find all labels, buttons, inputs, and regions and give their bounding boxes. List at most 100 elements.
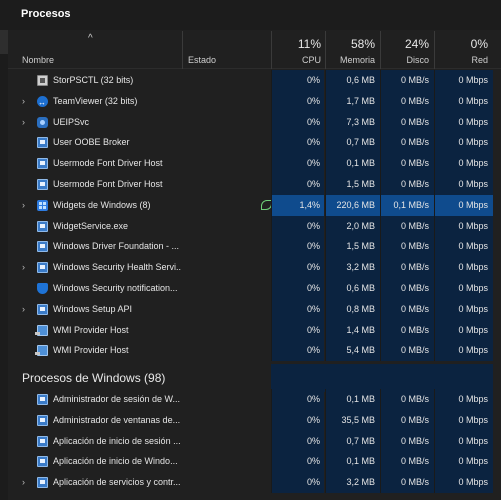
- process-row[interactable]: Administrador de ventanas de... 0% 35,5 MB…: [8, 409, 501, 431]
- process-row[interactable]: WidgetService.exe 0% 2,0 MB 0 MB/s 0 Mbps: [8, 215, 501, 237]
- network-value: 0 Mbps: [434, 70, 493, 91]
- chevron-right-icon[interactable]: ›: [22, 299, 25, 320]
- network-value: 0 Mbps: [434, 257, 493, 278]
- network-value: 0 Mbps: [434, 319, 493, 341]
- memory-value: 0,8 MB: [325, 298, 380, 320]
- process-row[interactable]: WMI Provider Host 0% 5,4 MB 0 MB/s 0 Mbps: [8, 340, 501, 362]
- process-row[interactable]: Windows Security notification... 0% 0,6 MB…: [8, 278, 501, 299]
- process-state-cell: [182, 132, 271, 153]
- network-value: 0 Mbps: [434, 472, 493, 493]
- network-percent[interactable]: 0%: [434, 37, 488, 51]
- process-row[interactable]: › Aplicación de servicios y contr... 0% 3,2…: [8, 472, 501, 493]
- process-name-cell: › UEIPSvc: [8, 112, 182, 133]
- disk-value: 0 MB/s: [380, 174, 434, 195]
- cpu-percent[interactable]: 11%: [271, 37, 321, 51]
- process-row[interactable]: Aplicación de inicio de sesión ... 0% 0,7 …: [8, 430, 501, 452]
- group-header-windows-processes[interactable]: Procesos de Windows (98): [8, 364, 501, 392]
- chevron-right-icon[interactable]: ›: [22, 91, 25, 112]
- memory-value: 0,6 MB: [325, 278, 380, 299]
- process-state-cell: [182, 195, 271, 216]
- memory-percent[interactable]: 58%: [325, 37, 375, 51]
- cpu-value: 0%: [271, 153, 324, 174]
- process-state-cell: [182, 431, 271, 452]
- process-name-cell: Aplicación de inicio de Windo...: [8, 451, 182, 472]
- process-name-cell: › Aplicación de servicios y contr...: [8, 472, 182, 493]
- process-row[interactable]: Windows Driver Foundation - ... 0% 1,5 MB 0…: [8, 236, 501, 258]
- process-name-cell: Usermode Font Driver Host: [8, 153, 182, 174]
- column-name-header[interactable]: Nombre: [22, 55, 54, 65]
- cpu-value: 0%: [271, 132, 324, 154]
- column-divider[interactable]: [182, 31, 183, 69]
- disk-value: 0 MB/s: [380, 153, 434, 174]
- process-row[interactable]: Usermode Font Driver Host 0% 1,5 MB 0 MB/s 0…: [8, 174, 501, 195]
- process-name: Widgets de Windows (8): [53, 199, 151, 210]
- cpu-value: 1,4%: [271, 194, 324, 216]
- disk-value: 0 MB/s: [380, 257, 434, 278]
- process-row[interactable]: Aplicación de inicio de Windo... 0% 0,1 MB…: [8, 451, 501, 473]
- process-row[interactable]: StorPSCTL (32 bits) 0% 0,6 MB 0 MB/s 0 Mbps: [8, 70, 501, 91]
- process-row[interactable]: › TeamViewer (32 bits) 0%1,7 MB0 MB/s0 Mbp…: [8, 90, 501, 112]
- disk-value: 0 MB/s: [380, 430, 434, 452]
- column-network-header[interactable]: Red: [434, 55, 488, 65]
- disk-value: 0 MB/s: [380, 389, 434, 410]
- disk-value: 0 MB/s: [380, 70, 434, 91]
- disk-value: 0,1 MB/s: [380, 194, 434, 216]
- process-state-cell: [182, 299, 271, 320]
- eco-leaf-icon: [261, 199, 271, 210]
- memory-value: 5,4 MB: [325, 340, 380, 362]
- scroll-indicator[interactable]: [0, 30, 8, 54]
- process-name-cell: › TeamViewer (32 bits): [8, 91, 182, 112]
- memory-value: 3,2 MB: [325, 257, 380, 278]
- process-row[interactable]: User OOBE Broker 0% 0,7 MB 0 MB/s 0 Mbps: [8, 132, 501, 154]
- wmi-icon: [35, 324, 48, 336]
- process-row[interactable]: › Windows Setup API 0% 0,8 MB 0 MB/s 0 Mbps: [8, 298, 501, 320]
- sort-arrow-icon[interactable]: ^: [88, 33, 93, 44]
- wmi-icon: [35, 345, 48, 357]
- disk-value: 0 MB/s: [380, 340, 434, 362]
- memory-value: 7,3 MB: [325, 111, 380, 133]
- process-state-cell: [182, 174, 271, 195]
- process-name-cell: › Windows Setup API: [8, 299, 182, 320]
- process-row[interactable]: › Widgets de Windows (8) 1,4% 220,6 MB 0,1 M…: [8, 194, 501, 216]
- process-icon: [37, 414, 48, 426]
- process-name: Aplicación de servicios y contr...: [53, 477, 181, 488]
- disk-percent[interactable]: 24%: [380, 37, 429, 51]
- process-name-cell: Windows Security notification...: [8, 278, 182, 299]
- memory-value: 0,1 MB: [325, 451, 380, 473]
- process-icon: [37, 241, 48, 253]
- process-name-cell: WMI Provider Host: [8, 340, 182, 361]
- column-cpu-header[interactable]: CPU: [271, 55, 321, 65]
- memory-value: 35,5 MB: [325, 409, 380, 431]
- process-row[interactable]: Administrador de sesión de W... 0% 0,1 MB 0…: [8, 389, 501, 410]
- ueipsvc-icon: [37, 116, 48, 128]
- process-row[interactable]: › UEIPSvc 0% 7,3 MB 0 MB/s 0 Mbps: [8, 111, 501, 133]
- chevron-right-icon[interactable]: ›: [22, 257, 25, 278]
- process-name: UEIPSvc: [53, 116, 90, 127]
- chevron-right-icon[interactable]: ›: [22, 195, 25, 216]
- memory-value: 0,1 MB: [325, 389, 380, 410]
- teamviewer-icon: [37, 93, 48, 112]
- cpu-value: 0%: [271, 430, 324, 452]
- column-memory-header[interactable]: Memoria: [325, 55, 375, 65]
- cpu-value: 0%: [271, 70, 324, 91]
- chevron-right-icon[interactable]: ›: [22, 472, 25, 493]
- process-icon: [37, 394, 48, 405]
- disk-value: 0 MB/s: [380, 90, 434, 112]
- cpu-value: 0%: [271, 257, 324, 278]
- cpu-value: 0%: [271, 389, 324, 410]
- column-state-header[interactable]: Estado: [188, 55, 216, 65]
- process-row[interactable]: › Windows Security Health Servi... 0% 3,2 M…: [8, 257, 501, 278]
- process-name: Windows Security Health Servi...: [53, 262, 181, 273]
- process-state-cell: [182, 236, 271, 257]
- process-row[interactable]: Usermode Font Driver Host 0% 0,1 MB 0 MB/s 0…: [8, 153, 501, 174]
- process-name: Aplicación de inicio de Windo...: [53, 456, 178, 467]
- process-icon: [37, 137, 48, 149]
- column-disk-header[interactable]: Disco: [380, 55, 429, 65]
- cpu-value: 0%: [271, 340, 324, 362]
- cpu-value: 0%: [271, 472, 324, 493]
- process-row[interactable]: WMI Provider Host 0% 1,4 MB 0 MB/s 0 Mbps: [8, 319, 501, 341]
- chevron-right-icon[interactable]: ›: [22, 112, 25, 133]
- group-title: Procesos de Windows (98): [22, 371, 166, 385]
- disk-value: 0 MB/s: [380, 319, 434, 341]
- disk-value: 0 MB/s: [380, 409, 434, 431]
